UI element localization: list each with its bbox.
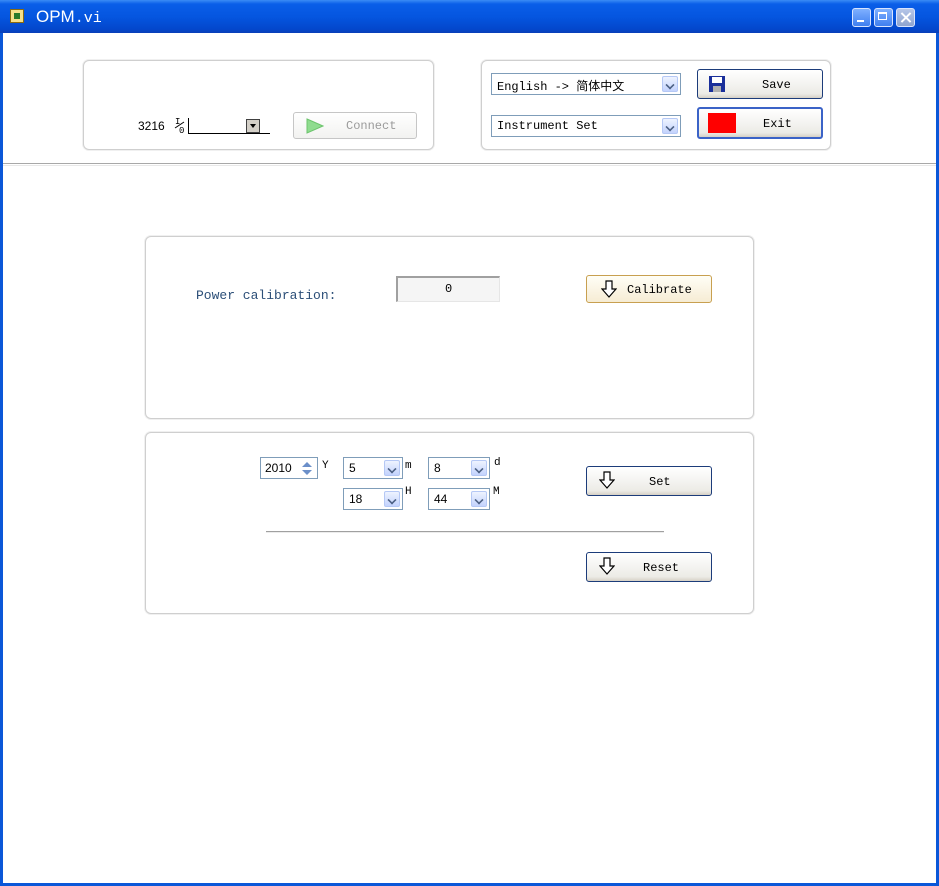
calibration-panel: Power calibration: 0 Calibrate: [145, 236, 754, 419]
down-arrow-icon: [601, 280, 617, 298]
maximize-icon[interactable]: [874, 8, 893, 27]
minimize-icon[interactable]: [852, 8, 871, 27]
set-button[interactable]: Set: [586, 466, 712, 496]
down-arrow-icon: [599, 471, 615, 489]
red-square-icon: [708, 113, 736, 133]
day-select[interactable]: 8: [428, 457, 490, 479]
down-arrow-icon: [599, 557, 615, 575]
chevron-down-icon: [662, 118, 678, 134]
datetime-panel: 2010 Y 5 m 8 d 18 H 44 M Set Reset: [145, 432, 754, 614]
close-icon[interactable]: [896, 8, 915, 27]
svg-text:0: 0: [179, 126, 184, 134]
application-window: OPM.vi 3216 I 0 Connect English -> 简体中文: [0, 0, 939, 886]
window-title: OPM.vi: [36, 7, 102, 27]
chevron-down-icon: [384, 460, 400, 476]
minute-select[interactable]: 44: [428, 488, 490, 510]
caret-down-icon: [250, 124, 256, 128]
chevron-down-icon: [662, 76, 678, 92]
app-icon[interactable]: [10, 9, 24, 23]
title-bar[interactable]: OPM.vi: [0, 0, 939, 33]
connect-button[interactable]: Connect: [293, 112, 417, 139]
divider-line: [266, 531, 664, 533]
chevron-down-icon: [471, 460, 487, 476]
toolbar-separator: [3, 163, 936, 166]
language-select[interactable]: English -> 简体中文: [491, 73, 681, 95]
play-arrow-icon: [306, 118, 324, 134]
port-dropdown-button[interactable]: [246, 119, 260, 133]
power-calibration-value: 0: [396, 276, 500, 302]
mode-select[interactable]: Instrument Set: [491, 115, 681, 137]
month-select[interactable]: 5: [343, 457, 403, 479]
save-button[interactable]: Save: [697, 69, 823, 99]
year-stepper[interactable]: 2010: [260, 457, 318, 479]
port-value: 3216: [138, 119, 165, 133]
floppy-disk-icon: [709, 76, 725, 92]
power-calibration-label: Power calibration:: [196, 288, 337, 303]
chevron-down-icon: [471, 491, 487, 507]
calibrate-button[interactable]: Calibrate: [586, 275, 712, 303]
io-symbol-icon: I 0: [174, 117, 184, 134]
connection-panel: 3216 I 0 Connect: [83, 60, 434, 150]
spin-arrows-icon[interactable]: [301, 461, 313, 476]
hour-select[interactable]: 18: [343, 488, 403, 510]
chevron-down-icon: [384, 491, 400, 507]
settings-panel: English -> 简体中文 Instrument Set Save Exit: [481, 60, 831, 150]
reset-button[interactable]: Reset: [586, 552, 712, 582]
exit-button[interactable]: Exit: [697, 107, 823, 139]
